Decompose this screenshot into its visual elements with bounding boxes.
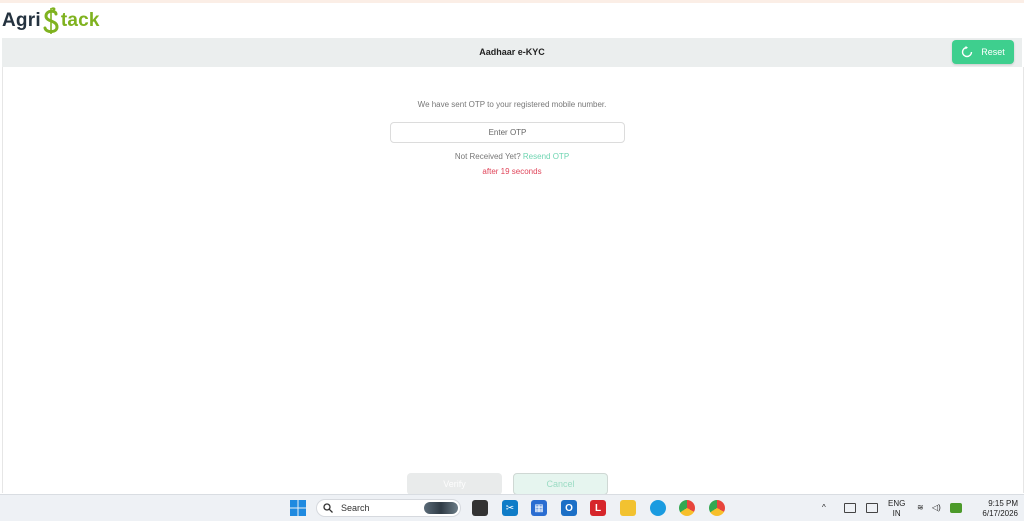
brand-text-agri: Agri: [2, 10, 41, 31]
cancel-button[interactable]: Cancel: [513, 473, 608, 495]
folder-icon[interactable]: [620, 500, 636, 516]
otp-input[interactable]: [390, 122, 625, 143]
clock-date: 6/17/2026: [982, 509, 1018, 518]
refresh-icon: [962, 46, 973, 58]
battery-icon[interactable]: [950, 503, 962, 513]
search-icon: [323, 503, 333, 513]
display-icon[interactable]: [866, 503, 878, 513]
keyboard-icon[interactable]: [844, 503, 856, 513]
agristack-logo: Agri tack: [2, 4, 100, 38]
l-app-icon[interactable]: L: [590, 500, 606, 516]
language-indicator[interactable]: ENG IN: [888, 499, 905, 519]
resend-line: Not Received Yet? Resend OTP: [0, 152, 1024, 161]
speaker-icon[interactable]: ◁): [932, 503, 941, 513]
windows-start-icon[interactable]: [290, 500, 306, 516]
reset-label: Reset: [981, 47, 1005, 57]
wifi-icon[interactable]: ≋: [917, 503, 924, 513]
edge-icon[interactable]: [650, 500, 666, 516]
outlook-icon[interactable]: O: [561, 500, 577, 516]
top-accent-line: [0, 0, 1024, 3]
kyc-header-bar: Aadhaar e-KYC: [2, 38, 1022, 67]
lang-region: IN: [892, 509, 901, 518]
search-highlight-image: [424, 502, 458, 514]
windows-taskbar: Search ✂ ▦ O L ^ ENG IN ≋ ◁) 9:15 PM 6/1…: [0, 494, 1024, 521]
reset-button[interactable]: Reset: [952, 40, 1014, 64]
search-label: Search: [341, 503, 370, 513]
clock[interactable]: 9:15 PM 6/17/2026: [972, 499, 1018, 519]
snip-icon[interactable]: ✂: [502, 500, 518, 516]
lang-code: ENG: [888, 499, 906, 508]
dollar-s-icon: [43, 7, 59, 34]
store-icon[interactable]: ▦: [531, 500, 547, 516]
otp-sent-message: We have sent OTP to your registered mobi…: [417, 100, 607, 109]
resend-otp-link[interactable]: Resend OTP: [523, 152, 569, 161]
taskbar-search[interactable]: Search: [316, 499, 461, 517]
page-title: Aadhaar e-KYC: [479, 47, 545, 57]
chrome-alt-icon[interactable]: [709, 500, 725, 516]
resend-countdown: after 19 seconds: [482, 167, 542, 176]
task-view-icon[interactable]: [472, 500, 488, 516]
verify-button[interactable]: Verify: [407, 473, 502, 495]
not-received-text: Not Received Yet?: [454, 152, 521, 161]
chrome-icon[interactable]: [679, 500, 695, 516]
clock-time: 9:15 PM: [988, 499, 1018, 508]
chevron-up-icon[interactable]: ^: [822, 503, 826, 513]
brand-text-stack: tack: [60, 10, 100, 31]
